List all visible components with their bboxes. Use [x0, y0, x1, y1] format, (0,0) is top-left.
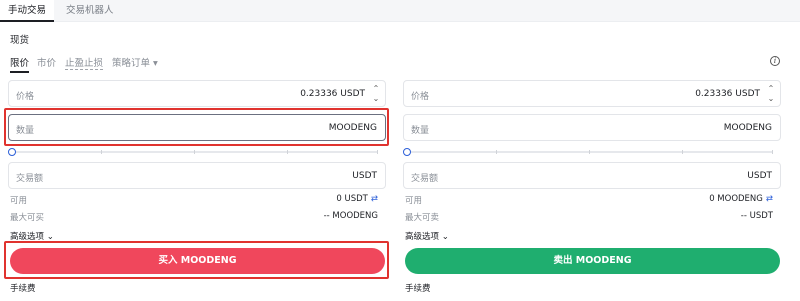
price-stepper-icon[interactable]: ⌃ ⌄	[766, 84, 776, 104]
quantity-highlight-box	[4, 108, 389, 146]
slider-tick	[194, 150, 195, 154]
buy-available-row: 可用 0 USDT ⇄	[8, 194, 386, 206]
sell-fee-label: 手续费	[405, 284, 431, 294]
sell-quantity-placeholder: 数量	[411, 126, 430, 136]
max-sell-label: 最大可卖	[405, 213, 440, 223]
tab-trading-bot[interactable]: 交易机器人	[58, 0, 122, 22]
sell-amount-unit: USDT	[747, 171, 772, 181]
top-tab-bar: 手动交易 交易机器人	[0, 0, 800, 22]
section-title-spot: 现货	[10, 35, 30, 46]
tab-manual-trading[interactable]: 手动交易	[0, 0, 55, 22]
sell-price-label: 价格	[411, 92, 430, 102]
available-label: 可用	[10, 196, 28, 206]
max-sell-value: -- USDT	[740, 211, 773, 221]
tab-market[interactable]: 市价	[37, 55, 56, 69]
slider-tick	[101, 150, 102, 154]
tab-strategy-order[interactable]: 策略订单 ▾	[112, 55, 158, 69]
buy-amount-field[interactable]: 交易额 USDT	[8, 162, 386, 189]
slider-tick	[287, 150, 288, 154]
buy-amount-slider[interactable]	[8, 148, 378, 156]
tab-tp-sl[interactable]: 止盈止损	[65, 55, 104, 70]
sell-available-row: 可用 0 MOODENG ⇄	[403, 194, 781, 206]
slider-tick	[772, 150, 773, 154]
available-value: 0 MOODENG ⇄	[709, 194, 773, 204]
buy-price-label: 价格	[16, 92, 35, 102]
buy-button-highlight-box	[4, 241, 389, 279]
transfer-icon[interactable]: ⇄	[371, 194, 378, 204]
sell-button[interactable]: 卖出 MOODENG	[405, 248, 780, 274]
buy-price-value[interactable]: 0.23336 USDT	[300, 89, 365, 99]
available-value: 0 USDT ⇄	[336, 194, 378, 204]
sell-price-value[interactable]: 0.23336 USDT	[695, 89, 760, 99]
slider-tick	[496, 150, 497, 154]
slider-handle[interactable]	[403, 148, 411, 156]
tab-limit[interactable]: 限价	[10, 55, 30, 73]
sell-amount-field[interactable]: 交易额 USDT	[403, 162, 781, 189]
advanced-options-toggle[interactable]: 高级选项 ⌄	[405, 230, 449, 242]
sell-quantity-unit: MOODENG	[723, 123, 772, 133]
info-icon[interactable]: i	[770, 56, 780, 66]
slider-tick	[682, 150, 683, 154]
slider-tick	[377, 150, 378, 154]
price-stepper-icon[interactable]: ⌃ ⌄	[371, 84, 381, 104]
sell-quantity-field[interactable]: 数量 MOODENG	[403, 114, 781, 141]
sell-max-row: 最大可卖 -- USDT	[403, 211, 781, 223]
sell-amount-label: 交易额	[411, 174, 439, 184]
available-label: 可用	[405, 196, 423, 206]
slider-handle[interactable]	[8, 148, 16, 156]
sell-price-field[interactable]: 价格 0.23336 USDT ⌃ ⌄	[403, 80, 781, 107]
max-buy-label: 最大可买	[10, 213, 45, 223]
buy-max-row: 最大可买 -- MOODENG	[8, 211, 386, 223]
buy-fee-label: 手续费	[10, 284, 36, 294]
sell-amount-slider[interactable]	[403, 148, 773, 156]
buy-price-field[interactable]: 价格 0.23336 USDT ⌃ ⌄	[8, 80, 386, 107]
max-buy-value: -- MOODENG	[323, 211, 378, 221]
buy-amount-unit: USDT	[352, 171, 377, 181]
sell-panel: 价格 0.23336 USDT ⌃ ⌄ 数量 MOODENG 交易额 USDT 可…	[403, 80, 781, 301]
slider-tick	[589, 150, 590, 154]
transfer-icon[interactable]: ⇄	[766, 194, 773, 204]
buy-amount-label: 交易额	[16, 174, 44, 184]
